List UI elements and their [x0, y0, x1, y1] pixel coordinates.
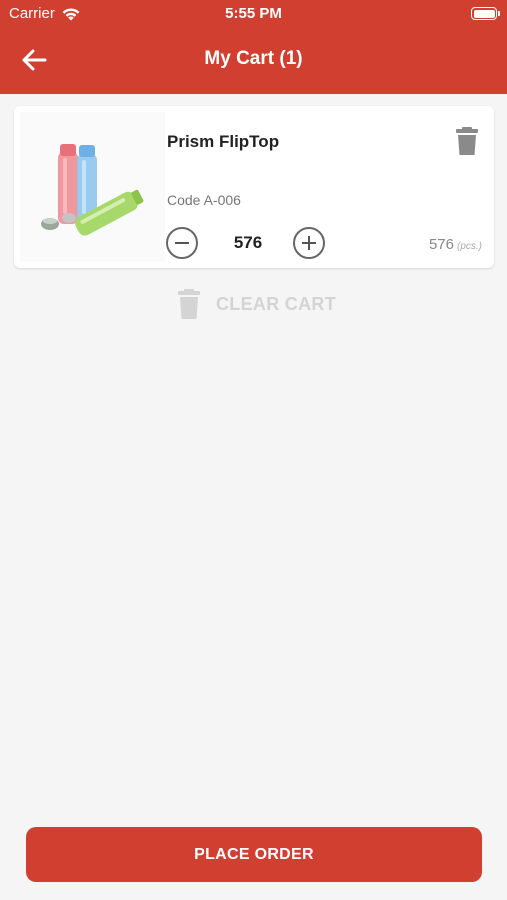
- trash-icon: [178, 289, 200, 319]
- app-header: Carrier 5:55 PM My Cart (1): [0, 0, 507, 94]
- battery-level: [473, 9, 495, 18]
- status-bar: Carrier 5:55 PM: [0, 0, 507, 28]
- cart-item: Prism FlipTop Code A-006 576 576 (pcs.): [14, 106, 494, 268]
- quantity-value[interactable]: 576: [209, 233, 287, 253]
- place-order-button[interactable]: PLACE ORDER: [26, 827, 482, 882]
- trash-icon: [456, 127, 478, 155]
- clear-cart-button[interactable]: CLEAR CART: [176, 288, 336, 320]
- quantity-unit: (pcs.): [457, 241, 482, 252]
- clear-cart-label: CLEAR CART: [216, 293, 336, 314]
- item-total-quantity: 576 (pcs.): [429, 236, 482, 253]
- battery-icon: [471, 7, 500, 20]
- product-name: Prism FlipTop: [167, 132, 280, 151]
- decrement-quantity-button[interactable]: [166, 227, 198, 259]
- page-title: My Cart (1): [204, 48, 303, 69]
- increment-quantity-button[interactable]: [293, 227, 325, 259]
- product-code: Code A-006: [167, 192, 241, 208]
- product-image: [20, 112, 165, 262]
- status-time: 5:55 PM: [225, 5, 282, 22]
- delete-item-button[interactable]: [454, 126, 480, 156]
- total-quantity-value: 576: [428, 236, 454, 253]
